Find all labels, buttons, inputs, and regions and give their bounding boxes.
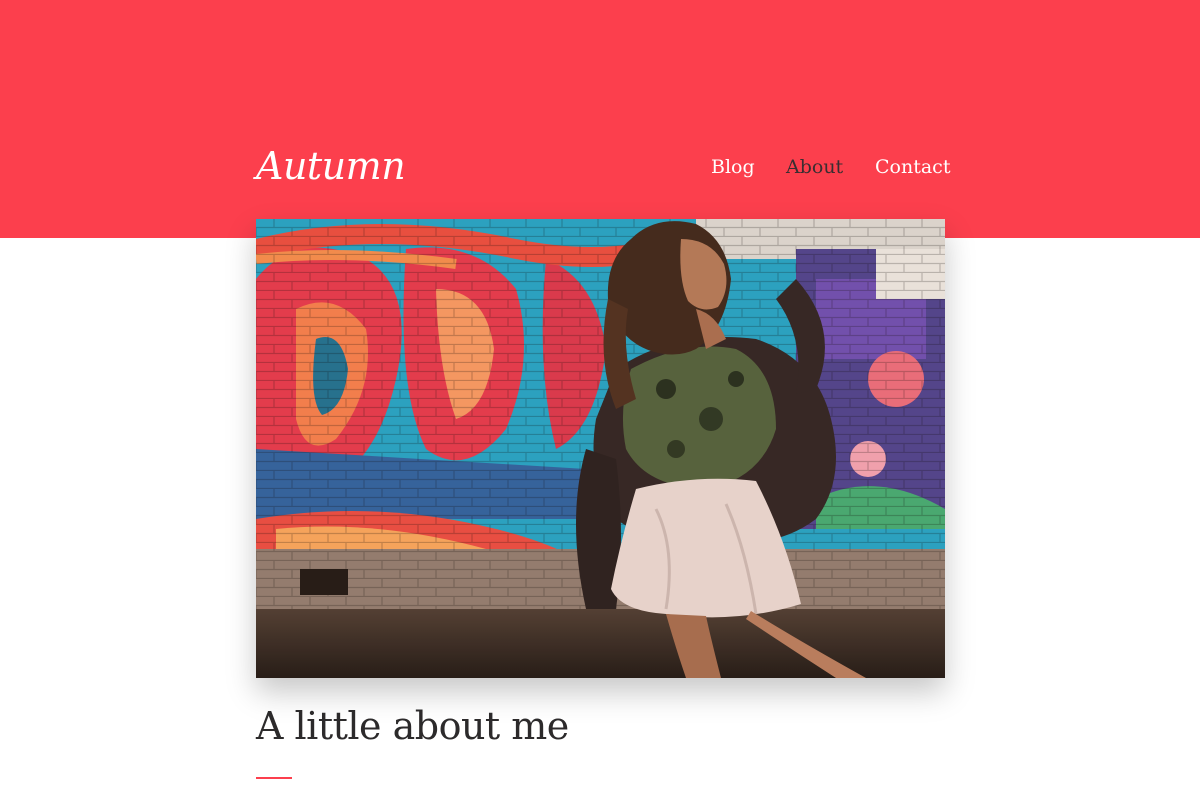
main-nav: Blog About Contact: [0, 156, 1200, 186]
hero-photo-graffiti: [256, 219, 945, 678]
nav-item-blog[interactable]: Blog: [711, 156, 755, 178]
hero-image: [256, 219, 945, 678]
header-band: [0, 0, 1200, 238]
heading-underline: [256, 777, 292, 779]
nav-item-about[interactable]: About: [786, 156, 843, 178]
nav-item-contact[interactable]: Contact: [875, 156, 950, 178]
page-heading: A little about me: [256, 704, 569, 748]
